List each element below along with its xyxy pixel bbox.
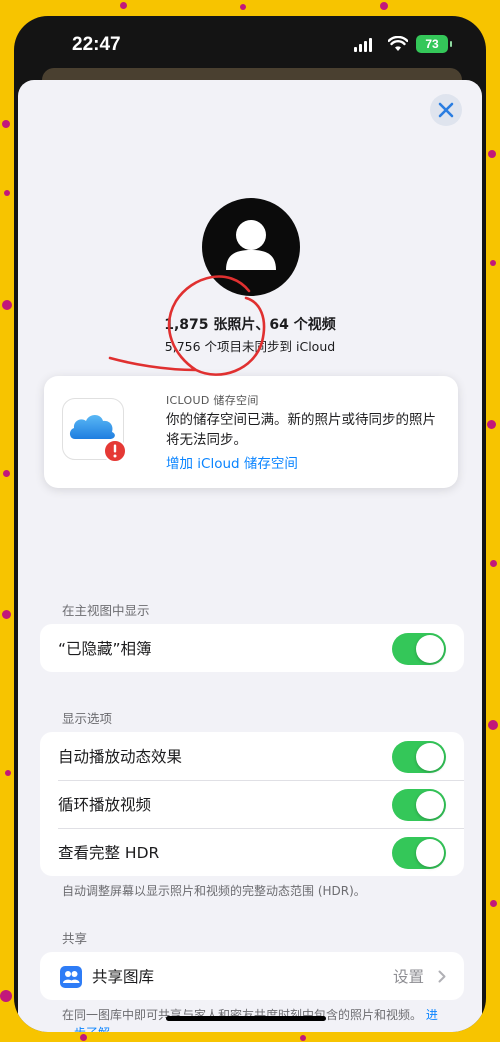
- hidden-album-toggle[interactable]: [392, 633, 446, 665]
- settings-sheet: 1,875 张照片、64 个视频 5,756 个项目未同步到 iCloud IC…: [18, 80, 482, 1032]
- close-icon: [438, 102, 454, 118]
- shared-library-icon: [60, 966, 82, 988]
- section-title-main-view: 在主视图中显示: [62, 603, 150, 618]
- sharing-group: 共享图库 设置: [40, 952, 464, 1000]
- library-counts: 1,875 张照片、64 个视频: [164, 317, 336, 333]
- loop-videos-row: 循环播放视频: [40, 780, 464, 828]
- person-icon: [226, 220, 276, 270]
- section-title-display: 显示选项: [62, 711, 113, 726]
- row-label: 共享图库: [92, 968, 155, 986]
- hdr-footnote: 自动调整屏幕以显示照片和视频的完整动态范围 (HDR)。: [62, 884, 366, 898]
- chevron-right-icon: [438, 970, 446, 983]
- full-hdr-toggle[interactable]: [392, 837, 446, 869]
- autoplay-motion-toggle[interactable]: [392, 741, 446, 773]
- status-time: 22:47: [72, 34, 121, 55]
- row-label: 查看完整 HDR: [58, 844, 160, 862]
- section-title-sharing: 共享: [62, 931, 88, 946]
- sync-status: 5,756 个项目未同步到 iCloud: [164, 339, 336, 354]
- setup-value: 设置: [392, 968, 424, 986]
- home-indicator[interactable]: [166, 1016, 326, 1021]
- shared-library-row[interactable]: 共享图库 设置: [40, 952, 464, 1000]
- wifi-icon: [388, 36, 408, 51]
- card-message: 你的储存空间已满。新的照片或待同步的照片将无法同步。: [166, 412, 436, 448]
- phone-screen: 22:47 73 1,875 张照片、64 个视频 5,756 个项目未同步到 …: [14, 16, 486, 1032]
- loop-videos-toggle[interactable]: [392, 789, 446, 821]
- card-title: ICLOUD 储存空间: [166, 394, 259, 407]
- avatar[interactable]: [202, 198, 300, 296]
- cellular-signal-icon: [354, 38, 372, 52]
- increase-storage-link[interactable]: 增加 iCloud 储存空间: [166, 452, 298, 472]
- icloud-storage-card: ICLOUD 储存空间 你的储存空间已满。新的照片或待同步的照片将无法同步。 增…: [44, 376, 458, 488]
- row-label: 自动播放动态效果: [58, 748, 183, 766]
- close-button[interactable]: [430, 94, 462, 126]
- row-label: 循环播放视频: [58, 796, 152, 814]
- status-bar: 22:47 73: [14, 16, 486, 76]
- hidden-album-row: “已隐藏”相簿: [40, 624, 464, 672]
- full-hdr-row: 查看完整 HDR: [40, 828, 464, 876]
- icloud-app-icon: [62, 398, 127, 463]
- battery-indicator: 73: [416, 35, 452, 53]
- row-label: “已隐藏”相簿: [58, 640, 152, 658]
- autoplay-motion-row: 自动播放动态效果: [40, 732, 464, 780]
- main-view-group: “已隐藏”相簿: [40, 624, 464, 672]
- alert-badge-icon: [103, 439, 127, 463]
- display-options-group: 自动播放动态效果 循环播放视频 查看完整 HDR: [40, 732, 464, 876]
